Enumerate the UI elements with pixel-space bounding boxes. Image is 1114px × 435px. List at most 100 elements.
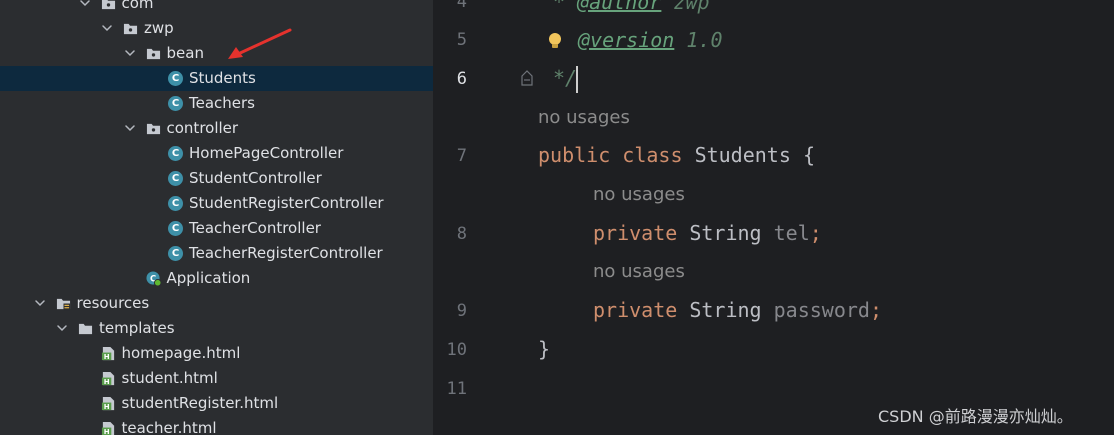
chevron-down-icon[interactable] — [124, 47, 136, 59]
line-number-6: 6 — [456, 69, 467, 89]
svg-text:H: H — [103, 352, 109, 361]
code-line-doc-end[interactable]: */ — [553, 66, 577, 90]
java-class-icon: C — [168, 146, 183, 161]
line-number-7: 7 — [456, 146, 467, 166]
watermark: CSDN @前路漫漫亦灿灿。 — [878, 407, 1073, 426]
tree-item-label: TeacherRegisterController — [189, 244, 383, 262]
editor-gutter[interactable] — [433, 0, 533, 435]
keyword-class: class — [622, 143, 683, 167]
tree-item-label: templates — [99, 319, 175, 337]
tree-item-bean[interactable]: bean — [0, 41, 433, 66]
tree-item-teacher-html[interactable]: Hteacher.html — [0, 416, 433, 435]
tree-item-teachers[interactable]: C Teachers — [0, 91, 433, 116]
line-number-10: 10 — [446, 340, 467, 360]
tree-item-label: studentRegister.html — [121, 394, 279, 412]
tree-item-label: bean — [166, 44, 204, 62]
tree-item-application[interactable]: C Application — [0, 266, 433, 291]
java-class-icon: C — [168, 196, 183, 211]
line-number-4: 4 — [456, 0, 467, 12]
tree-item-homepagecontroller[interactable]: C HomePageController — [0, 141, 433, 166]
package-folder-icon — [123, 23, 138, 35]
tree-item-label: Students — [189, 69, 256, 87]
tree-item-label: resources — [76, 294, 150, 312]
tree-item-label: controller — [166, 119, 239, 137]
tree-item-teacherregistercontroller[interactable]: C TeacherRegisterController — [0, 241, 433, 266]
tree-item-templates[interactable]: templates — [0, 316, 433, 341]
tree-item-label: teacher.html — [121, 419, 217, 435]
doc-version-value: 1.0 — [674, 28, 723, 52]
inlay-hint-usages-tel[interactable]: no usages — [593, 184, 685, 205]
svg-text:H: H — [103, 427, 109, 435]
doc-star: * — [553, 0, 578, 14]
keyword-private: private — [593, 298, 678, 322]
doc-author-value: zwp — [661, 0, 710, 14]
folder-icon — [78, 323, 93, 335]
close-brace: } — [538, 337, 551, 361]
tree-item-label: StudentController — [189, 169, 322, 187]
semicolon: ; — [869, 298, 883, 322]
tree-item-controller[interactable]: controller — [0, 116, 433, 141]
tree-item-label: Teachers — [189, 94, 255, 112]
tree-item-label: TeacherController — [189, 219, 321, 237]
java-class-icon: C — [168, 171, 183, 186]
fold-marker-icon[interactable] — [519, 68, 535, 88]
java-class-icon: C — [168, 246, 183, 261]
spring-boot-class-icon: C — [145, 271, 161, 286]
tree-item-label: Application — [166, 269, 251, 287]
tree-item-label: student.html — [121, 369, 218, 387]
package-folder-icon — [146, 48, 160, 60]
field-tel: tel — [773, 221, 810, 245]
tree-item-studentregistercontroller[interactable]: C StudentRegisterController — [0, 191, 433, 216]
tree-item-zwp[interactable]: zwp — [0, 16, 433, 41]
inlay-hint-usages-password[interactable]: no usages — [593, 261, 685, 282]
tree-item-studentcontroller[interactable]: C StudentController — [0, 166, 433, 191]
java-class-icon: C — [168, 96, 183, 111]
tree-item-resources[interactable]: resources — [0, 291, 433, 316]
tree-item-students[interactable]: C Students — [0, 66, 433, 91]
code-line-class-declaration[interactable]: public class Students { — [538, 143, 815, 167]
html-file-icon: H — [101, 371, 114, 386]
resources-folder-icon — [56, 298, 70, 311]
field-password: password — [773, 298, 870, 322]
chevron-down-icon[interactable] — [56, 322, 68, 334]
code-line-field-tel[interactable]: private String tel; — [593, 221, 822, 245]
chevron-down-icon[interactable] — [34, 297, 46, 309]
chevron-down-icon[interactable] — [101, 22, 113, 34]
html-file-icon: H — [101, 396, 114, 411]
code-line-field-password[interactable]: private String password; — [593, 298, 882, 322]
code-line-close-brace[interactable]: } — [538, 337, 550, 361]
project-tree[interactable]: com zwp bean C Students C Teachers controller C H… — [0, 0, 433, 435]
type-string: String — [689, 221, 762, 245]
keyword-public: public — [538, 143, 611, 167]
package-folder-icon — [146, 123, 160, 135]
chevron-down-icon[interactable] — [79, 0, 91, 9]
type-string: String — [689, 298, 762, 322]
lightbulb-icon[interactable] — [546, 31, 564, 51]
inlay-hint-usages-class[interactable]: no usages — [538, 107, 630, 128]
package-folder-icon — [101, 0, 115, 10]
svg-text:H: H — [103, 402, 109, 411]
html-file-icon: H — [101, 421, 114, 435]
java-class-icon: C — [168, 221, 183, 236]
java-class-icon: C — [168, 71, 183, 86]
tree-item-com[interactable]: com — [0, 0, 433, 16]
ide-window: com zwp bean C Students C Teachers controller C H… — [0, 0, 1114, 435]
text-caret — [576, 66, 578, 93]
tree-item-student-html[interactable]: Hstudent.html — [0, 366, 433, 391]
line-number-9: 9 — [456, 301, 467, 321]
tree-item-label: StudentRegisterController — [189, 194, 384, 212]
code-line-author[interactable]: * @author zwp — [553, 0, 710, 14]
red-annotation-arrow-icon — [228, 28, 292, 59]
keyword-private: private — [593, 221, 678, 245]
html-file-icon: H — [101, 346, 114, 361]
tree-item-homepage-html[interactable]: Hhomepage.html — [0, 341, 433, 366]
tree-item-label: zwp — [144, 19, 174, 37]
line-number-8: 8 — [456, 224, 467, 244]
chevron-down-icon[interactable] — [124, 122, 136, 134]
tree-item-studentregister-html[interactable]: HstudentRegister.html — [0, 391, 433, 416]
line-number-5: 5 — [456, 30, 467, 50]
class-name: Students — [694, 143, 791, 167]
tree-item-teachercontroller[interactable]: C TeacherController — [0, 216, 433, 241]
semicolon: ; — [809, 221, 822, 245]
code-line-version[interactable]: @version 1.0 — [578, 28, 723, 52]
